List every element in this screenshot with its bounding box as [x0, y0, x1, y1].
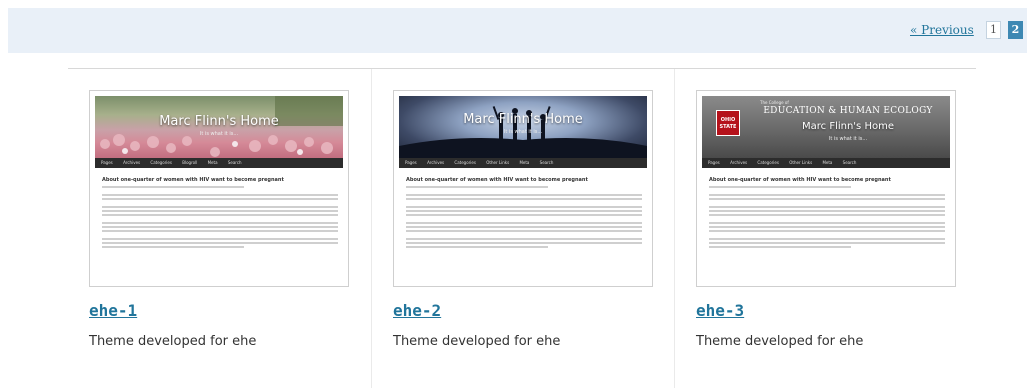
preview-nav-item: Archives	[730, 160, 748, 165]
theme-card-ehe-1: Marc Flinn's Home It is what it is... Pa…	[89, 90, 351, 349]
column-separator	[371, 69, 372, 388]
preview-nav-item: Categories	[454, 160, 476, 165]
preview-nav: Pages Archives Categories Blogroll Meta …	[95, 158, 343, 168]
preview-nav-item: Search	[227, 160, 242, 165]
theme-screenshot-ehe-2[interactable]: Marc Flinn's Home It is what it is... Pa…	[393, 90, 653, 287]
preview-nav-item: Other Links	[789, 160, 813, 165]
preview-college-name: EDUCATION & HUMAN ECOLOGY	[763, 106, 933, 116]
theme-title-link[interactable]: ehe-2	[393, 301, 441, 320]
preview-nav-item: Blogroll	[182, 160, 198, 165]
preview-college-small: The College of	[760, 100, 789, 105]
preview-nav-item: Search	[842, 160, 857, 165]
preview-nav-item: Archives	[427, 160, 445, 165]
theme-screenshot-ehe-3[interactable]: OHIO STATE The College of EDUCATION & HU…	[696, 90, 956, 287]
theme-title-link[interactable]: ehe-1	[89, 301, 137, 320]
preview-nav: Pages Archives Categories Other Links Me…	[702, 158, 950, 168]
theme-card-ehe-3: OHIO STATE The College of EDUCATION & HU…	[696, 90, 958, 349]
pagination-bar: « Previous 1 2	[8, 8, 1027, 53]
preview-post: About one-quarter of women with HIV want…	[102, 177, 338, 250]
preview-tagline: It is what it is...	[503, 129, 543, 135]
preview-site-title: Marc Flinn's Home	[463, 112, 583, 127]
column-separator	[674, 69, 675, 388]
preview-nav-item: Meta	[207, 160, 218, 165]
preview-nav-item: Pages	[101, 160, 113, 165]
theme-title-link[interactable]: ehe-3	[696, 301, 744, 320]
preview-nav-item: Categories	[150, 160, 172, 165]
preview-nav: Pages Archives Categories Other Links Me…	[399, 158, 647, 168]
preview-post-title: About one-quarter of women with HIV want…	[709, 177, 891, 183]
preview-nav-item: Search	[539, 160, 554, 165]
previous-page-link[interactable]: « Previous	[910, 23, 974, 37]
preview-nav-item: Meta	[822, 160, 833, 165]
theme-description: Theme developed for ehe	[89, 334, 257, 349]
preview-tagline: It is what it is...	[199, 131, 239, 137]
page-1-link[interactable]: 1	[986, 21, 1001, 39]
preview-tagline: It is what it is...	[828, 136, 868, 142]
preview-post-title: About one-quarter of women with HIV want…	[102, 177, 284, 183]
preview-post: About one-quarter of women with HIV want…	[709, 177, 945, 250]
preview-nav-item: Pages	[405, 160, 417, 165]
preview-nav-item: Categories	[757, 160, 779, 165]
preview-site-title: Marc Flinn's Home	[802, 121, 894, 132]
preview-post-title: About one-quarter of women with HIV want…	[406, 177, 588, 183]
preview-post: About one-quarter of women with HIV want…	[406, 177, 642, 250]
ohio-state-logo: OHIO STATE	[716, 110, 740, 136]
screenshot-header-college: OHIO STATE The College of EDUCATION & HU…	[702, 96, 950, 158]
preview-nav-item: Archives	[123, 160, 141, 165]
screenshot-header-tulips: Marc Flinn's Home It is what it is...	[95, 96, 343, 158]
preview-nav-item: Pages	[708, 160, 720, 165]
current-page-indicator: 2	[1008, 21, 1023, 39]
theme-description: Theme developed for ehe	[696, 334, 864, 349]
theme-card-ehe-2: Marc Flinn's Home It is what it is... Pa…	[393, 90, 655, 349]
theme-description: Theme developed for ehe	[393, 334, 561, 349]
preview-nav-item: Meta	[519, 160, 530, 165]
preview-site-title: Marc Flinn's Home	[159, 114, 279, 129]
preview-nav-item: Other Links	[486, 160, 510, 165]
divider	[68, 68, 976, 69]
screenshot-header-silhouette: Marc Flinn's Home It is what it is...	[399, 96, 647, 158]
theme-screenshot-ehe-1[interactable]: Marc Flinn's Home It is what it is... Pa…	[89, 90, 349, 287]
